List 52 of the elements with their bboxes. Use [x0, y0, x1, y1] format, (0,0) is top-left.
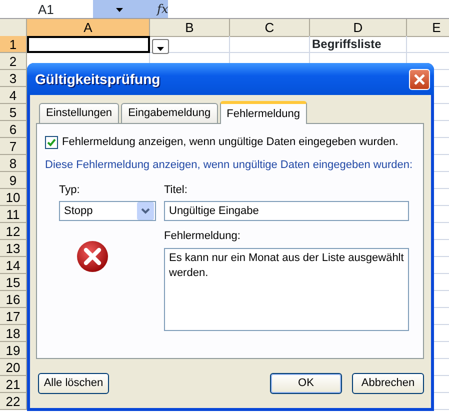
name-box[interactable]: A1	[0, 0, 93, 18]
row-header[interactable]: 1	[0, 36, 27, 53]
row-header[interactable]: 14	[0, 257, 27, 274]
row-header[interactable]: 20	[0, 359, 27, 376]
message-field[interactable]: Es kann nur ein Monat aus der Liste ausgewählt werden.	[164, 248, 409, 330]
column-header[interactable]: E	[407, 19, 449, 37]
table-cell: Begriffsliste	[310, 36, 407, 53]
checkbox-label[interactable]: Fehlermeldung anzeigen, wenn ungültige Daten eingegeben wurden.	[62, 134, 398, 150]
error-icon	[76, 240, 109, 273]
checkbox[interactable]	[45, 136, 58, 149]
caret-icon	[116, 8, 123, 12]
tab[interactable]: Fehlermeldung	[220, 101, 308, 124]
dialog-button[interactable]: OK	[270, 373, 342, 394]
row-header[interactable]: 2	[0, 53, 27, 70]
column-header[interactable]: A	[27, 19, 150, 37]
row-header[interactable]: 11	[0, 206, 27, 223]
row-header[interactable]: 10	[0, 189, 27, 206]
column-header[interactable]: D	[310, 19, 407, 37]
column-header[interactable]: C	[230, 19, 310, 37]
hint-text: Diese Fehlermeldung anzeigen, wenn ungültige Daten eingegeben wurden:	[45, 158, 414, 172]
dropdown-button[interactable]	[152, 39, 169, 54]
title-field[interactable]: Ungültige Eingabe	[164, 201, 409, 221]
row-header[interactable]: 12	[0, 223, 27, 240]
dialog-button[interactable]: Abbrechen	[352, 373, 424, 394]
field-label: Typ:	[59, 182, 81, 198]
field-label: Titel:	[164, 182, 188, 198]
row-header[interactable]: 18	[0, 325, 27, 342]
row-header[interactable]: 6	[0, 121, 27, 138]
row-header[interactable]: 8	[0, 155, 27, 172]
caret-icon	[157, 47, 164, 52]
row-header[interactable]: 21	[0, 376, 27, 393]
field-label: Fehlermeldung:	[164, 229, 242, 244]
function-button[interactable]: fx	[155, 0, 168, 18]
row-header[interactable]: 19	[0, 342, 27, 359]
row-header[interactable]: 17	[0, 308, 27, 325]
row-header[interactable]: 9	[0, 172, 27, 189]
dialog-button[interactable]: Alle löschen	[38, 373, 109, 394]
close-button[interactable]	[409, 68, 430, 90]
row-header[interactable]: 4	[0, 87, 27, 104]
row-header[interactable]: 22	[0, 393, 27, 410]
type-dropdown[interactable]: Stopp	[59, 201, 156, 221]
row-header[interactable]: 16	[0, 291, 27, 308]
column-header[interactable]: B	[150, 19, 230, 37]
row-header[interactable]: 7	[0, 138, 27, 155]
tab[interactable]: Einstellungen	[39, 103, 120, 123]
row-header[interactable]: 3	[0, 70, 27, 87]
tab[interactable]: Eingabemeldung	[121, 103, 218, 123]
close-icon	[413, 72, 426, 86]
row-header[interactable]: 13	[0, 240, 27, 257]
window-title: Gültigkeitsprüfung	[35, 70, 160, 89]
row-header[interactable]: 15	[0, 274, 27, 291]
row-header[interactable]: 5	[0, 104, 27, 121]
